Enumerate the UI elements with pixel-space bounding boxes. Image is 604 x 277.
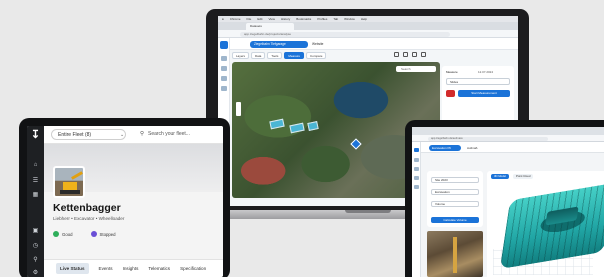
nav-layers-icon[interactable] xyxy=(414,167,419,171)
app-sidebar xyxy=(412,142,421,277)
rotate-icon[interactable] xyxy=(403,52,408,57)
chevron-down-icon: ⌄ xyxy=(120,132,125,138)
settings-icon[interactable] xyxy=(421,52,426,57)
fleet-select-value: Entire Fleet (8) xyxy=(58,132,92,138)
settings-icon[interactable]: ⚙ xyxy=(32,270,39,276)
tool-data[interactable]: Data xyxy=(251,52,266,59)
tablet-header: Entire Fleet (8) ⌄ ⚲ Search your fleet..… xyxy=(44,126,223,144)
volume-panel: Site 2023 Excavation Volume Calculate Vo… xyxy=(427,171,483,227)
map-toolbar: Layers Data Tools Measure Compare xyxy=(232,52,350,60)
address-bar[interactable]: app.ziegelbahn.de/aufmass xyxy=(428,136,548,141)
project-selector[interactable]: Excavation Pit xyxy=(429,144,461,151)
browser-toolbar: app.ziegelbahn.de/projects/analyse xyxy=(218,30,518,38)
grid-icon[interactable]: ▦ xyxy=(32,192,39,198)
tool-layers[interactable]: Layers xyxy=(232,52,250,59)
layer-field[interactable]: Excavation xyxy=(431,189,479,195)
download-icon[interactable] xyxy=(412,52,417,57)
app-logo-icon[interactable] xyxy=(414,148,419,152)
record-button[interactable] xyxy=(446,90,455,97)
status-row: Good Stopped xyxy=(53,231,116,237)
location-icon[interactable]: ⚲ xyxy=(32,257,39,263)
start-measurement-button[interactable]: Start Measurement xyxy=(458,90,510,97)
app-topbar: Ziegelbahn Tiefgarage Website xyxy=(230,38,518,50)
browser-tab-strip: Datasets xyxy=(218,22,518,30)
tab-point-cloud[interactable]: Point Cloud xyxy=(513,174,534,179)
browser-tab[interactable]: Datasets xyxy=(246,23,294,30)
machine-subtitle: Liebherr • Excavator • Wheelloader xyxy=(53,216,125,221)
breadcrumb[interactable]: Website xyxy=(312,41,323,48)
status-label: Good xyxy=(62,231,73,237)
status-dot xyxy=(90,231,97,237)
app-logo-icon[interactable]: ↧ xyxy=(30,130,41,141)
project-selector[interactable]: Ziegelbahn Tiefgarage xyxy=(250,41,308,48)
fullscreen-icon[interactable] xyxy=(394,52,399,57)
nav-settings-icon[interactable] xyxy=(414,185,419,189)
pool-feature xyxy=(307,121,319,131)
pool-feature xyxy=(289,122,305,134)
tab-telematics[interactable]: Telematics xyxy=(148,266,170,271)
tab-insights[interactable]: Insights xyxy=(123,266,139,271)
metric-field[interactable]: Volume xyxy=(431,201,479,207)
machine-title: Kettenbagger xyxy=(53,202,121,214)
address-bar[interactable]: app.ziegelbahn.de/projects/analyse xyxy=(240,31,450,37)
site-photo[interactable] xyxy=(427,231,483,277)
nav-map-icon[interactable] xyxy=(221,56,227,61)
panel-title: Measure xyxy=(446,70,458,74)
excavator-track xyxy=(60,190,80,194)
home-icon[interactable]: ⌂ xyxy=(32,162,39,168)
breadcrumb[interactable]: Aufmaß xyxy=(467,145,478,151)
tool-tools[interactable]: Tools xyxy=(267,52,283,59)
status-stopped: Stopped xyxy=(90,231,116,237)
search-placeholder: Search your fleet... xyxy=(148,131,190,137)
nav-data-icon[interactable] xyxy=(221,76,227,81)
search-icon: ⚲ xyxy=(140,131,145,137)
location-pin-icon[interactable] xyxy=(350,138,362,150)
tablet-left-screen: ↧ ⌂ ☰ ▦ ▣ ◷ ⚲ ⚙ Entire Fleet (8) ⌄ ⚲ Sea… xyxy=(27,126,223,277)
nav-data-icon[interactable] xyxy=(414,176,419,180)
measure-panel: Measure 12.07.2024 Slides Start Measurem… xyxy=(442,66,514,126)
status-label: Stopped xyxy=(99,231,116,237)
nav-settings-icon[interactable] xyxy=(221,86,227,91)
tab-3d-model[interactable]: 3D Model xyxy=(491,174,509,179)
browser-toolbar: app.ziegelbahn.de/aufmass xyxy=(412,135,604,142)
tablet-right-screen: app.ziegelbahn.de/aufmass Excavation Pit… xyxy=(412,127,604,277)
mode-select[interactable]: Slides xyxy=(446,78,510,85)
site-field[interactable]: Site 2023 xyxy=(431,177,479,183)
site-photo-prop xyxy=(453,237,457,273)
fleet-search-input[interactable]: ⚲ Search your fleet... xyxy=(140,129,220,140)
calculate-volume-button[interactable]: Calculate Volume xyxy=(431,217,479,223)
tab-live-status[interactable]: Live Status xyxy=(56,263,89,274)
tab-specification[interactable]: Specification xyxy=(180,266,206,271)
app-topbar: Excavation Pit Aufmaß xyxy=(421,142,604,153)
laptop-notch xyxy=(345,210,391,213)
nav-map-icon[interactable] xyxy=(414,158,419,162)
nav-layers-icon[interactable] xyxy=(221,66,227,71)
clock-icon[interactable]: ◷ xyxy=(32,243,39,249)
calendar-icon[interactable]: ▣ xyxy=(32,228,39,234)
tool-compare[interactable]: Compare xyxy=(306,52,327,59)
list-icon[interactable]: ☰ xyxy=(32,178,39,184)
zoom-control[interactable] xyxy=(236,102,241,116)
machine-tabs: Live Status Events Insights Telematics S… xyxy=(44,259,223,277)
machine-photo xyxy=(53,166,85,198)
app-logo-icon[interactable] xyxy=(220,41,228,49)
tab-events[interactable]: Events xyxy=(99,266,113,271)
3d-viewer[interactable]: 3D Model Point Cloud xyxy=(487,171,604,277)
status-good: Good xyxy=(53,231,73,237)
pool-feature xyxy=(269,118,285,130)
fleet-select[interactable]: Entire Fleet (8) ⌄ xyxy=(51,129,126,140)
tablet-sidebar: ↧ ⌂ ☰ ▦ ▣ ◷ ⚲ ⚙ xyxy=(27,126,44,277)
browser-tab-strip xyxy=(412,127,604,135)
status-dot xyxy=(53,231,59,237)
tool-measure[interactable]: Measure xyxy=(284,52,305,59)
map-view-icons xyxy=(394,52,426,57)
excavator-arm xyxy=(71,171,83,180)
excavator-body xyxy=(63,182,77,190)
map-search-input[interactable]: Search xyxy=(396,66,436,72)
panel-date: 12.07.2024 xyxy=(478,70,494,74)
